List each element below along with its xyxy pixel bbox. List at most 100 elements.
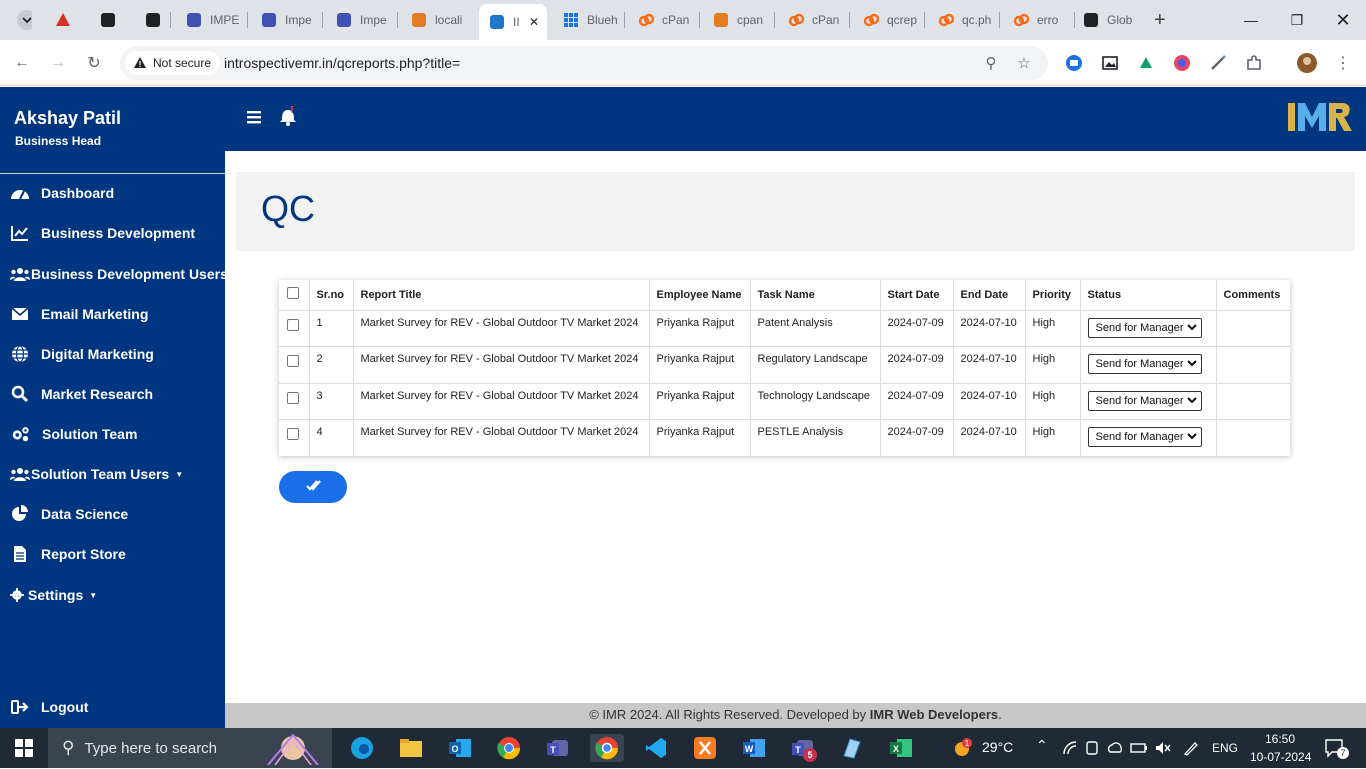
security-indicator[interactable]: Not secure [125, 51, 221, 75]
volume-muted-icon[interactable] [1154, 740, 1172, 759]
cloud-sync-icon[interactable] [1106, 740, 1124, 759]
restore-window-icon[interactable]: ❐ [1274, 0, 1320, 40]
chrome-active-app-icon[interactable] [590, 734, 624, 762]
sidebar-item-settings[interactable]: Settings ▼ [10, 583, 97, 607]
browser-tab[interactable]: Blueh [553, 6, 621, 34]
weather-temperature[interactable]: 29°C [982, 739, 1013, 755]
browser-tab[interactable] [6, 6, 34, 34]
browser-tab[interactable]: cpan [703, 6, 771, 34]
row-checkbox[interactable] [287, 355, 299, 367]
edge-app-icon[interactable] [348, 734, 376, 762]
new-tab-icon[interactable]: + [1150, 6, 1174, 34]
notification-center-icon[interactable]: 7 [1324, 738, 1349, 761]
zoom-search-icon[interactable]: ⚲ [981, 53, 1001, 73]
comments-cell[interactable] [1216, 420, 1290, 457]
browser-tab[interactable]: qcrep [853, 6, 921, 34]
address-bar[interactable]: Not secure introspectivemr.in/qcreports.… [120, 46, 1048, 80]
chrome-app-icon[interactable] [495, 734, 523, 762]
vscode-app-icon[interactable] [642, 734, 670, 762]
browser-tab[interactable]: locali [401, 6, 469, 34]
sidebar-item-data-science[interactable]: Data Science [10, 502, 128, 526]
extensions-puzzle-icon[interactable] [1243, 52, 1265, 74]
notification-bell-icon[interactable] [277, 103, 299, 127]
impe-icon [261, 12, 277, 28]
sidebar-item-email-marketing[interactable]: Email Marketing [10, 302, 148, 326]
close-window-icon[interactable]: ✕ [1320, 0, 1366, 40]
comments-cell[interactable] [1216, 346, 1290, 384]
battery-icon[interactable] [1130, 740, 1148, 759]
start-date-cell: 2024-07-09 [880, 310, 954, 347]
windows-start-icon[interactable] [10, 734, 38, 762]
status-select[interactable]: Send for Manager [1087, 427, 1202, 447]
taskbar-search-box[interactable]: ⚲ Type here to search [48, 728, 332, 768]
logout-link[interactable]: Logout [10, 695, 88, 719]
extension-image-icon[interactable] [1099, 52, 1121, 74]
extension-color-icon[interactable] [1171, 52, 1193, 74]
meet-now-icon[interactable] [1084, 740, 1100, 759]
sidebar-item-market-research[interactable]: Market Research [10, 382, 153, 406]
clock-date[interactable]: 10-07-2024 [1250, 750, 1311, 764]
sidebar-item-business-development[interactable]: Business Development [10, 221, 195, 245]
user-name: Akshay Patil [14, 108, 122, 128]
weather-icon[interactable]: 1 [952, 737, 974, 759]
notes-app-icon[interactable] [838, 734, 866, 762]
browser-tab-label: qcrep [887, 13, 918, 27]
forward-icon[interactable]: → [46, 51, 70, 75]
browser-tab[interactable]: cPan [778, 6, 846, 34]
file-explorer-icon[interactable] [397, 734, 425, 762]
reload-icon[interactable]: ↻ [82, 51, 106, 75]
sidebar: Akshay Patil Business Head Dashboard Busi… [0, 87, 242, 728]
select-all-checkbox[interactable] [287, 287, 299, 300]
pen-workspace-icon[interactable] [1182, 740, 1200, 759]
teams-app-icon[interactable]: T [544, 734, 572, 762]
status-select[interactable]: Send for Manager [1087, 354, 1202, 374]
sidebar-item-business-development-users[interactable]: Business Development Users ▼ [10, 262, 242, 286]
status-select[interactable]: Send for Manager [1087, 317, 1202, 338]
sidebar-item-solution-team-users[interactable]: Solution Team Users ▼ [10, 462, 183, 486]
browser-tab[interactable] [90, 6, 122, 34]
clock-time[interactable]: 16:50 [1265, 732, 1295, 746]
xampp-app-icon[interactable] [691, 734, 719, 762]
browser-tab[interactable]: Impe [251, 6, 319, 34]
comments-cell[interactable] [1216, 383, 1290, 420]
sidebar-item-report-store[interactable]: Report Store [10, 542, 126, 566]
status-select[interactable]: Send for Manager [1087, 390, 1202, 411]
row-checkbox[interactable] [287, 318, 299, 331]
browser-tab[interactable]: cPan [628, 6, 696, 34]
extension-pen-icon[interactable] [1207, 52, 1229, 74]
browser-tab[interactable] [135, 6, 167, 34]
sidebar-item-digital-marketing[interactable]: Digital Marketing [10, 342, 154, 366]
browser-tab-label: locali [435, 13, 463, 27]
sidebar-item-dashboard[interactable]: Dashboard [10, 181, 114, 205]
sidebar-item-solution-team[interactable]: Solution Team [10, 422, 137, 446]
browser-tab[interactable]: qc.ph [928, 6, 996, 34]
row-checkbox[interactable] [287, 391, 299, 404]
back-icon[interactable]: ← [10, 51, 34, 75]
row-checkbox[interactable] [287, 428, 299, 440]
teams-work-app-icon[interactable]: T 5 [789, 734, 817, 762]
browser-tab[interactable]: erro [1003, 6, 1071, 34]
show-hidden-icons-chevron-icon[interactable]: ⌃ [1036, 737, 1048, 754]
browser-tab[interactable]: II ✕ [479, 4, 547, 40]
browser-tab[interactable]: Impe [326, 6, 394, 34]
minimize-window-icon[interactable]: — [1228, 0, 1274, 40]
profile-avatar[interactable] [1296, 52, 1318, 74]
report-title-cell: Market Survey for REV - Global Outdoor T… [353, 383, 650, 420]
browser-menu-icon[interactable]: ⋮ [1332, 52, 1354, 74]
input-language[interactable]: ENG [1212, 741, 1238, 755]
network-icon[interactable] [1062, 740, 1078, 759]
hamburger-menu-icon[interactable] [246, 108, 264, 126]
submit-button[interactable] [279, 471, 347, 503]
bookmark-star-icon[interactable]: ☆ [1014, 53, 1034, 73]
url-text[interactable]: introspectivemr.in/qcreports.php?title= [224, 55, 460, 71]
close-tab-icon[interactable]: ✕ [529, 15, 539, 29]
excel-app-icon[interactable]: X [887, 734, 915, 762]
browser-tab[interactable]: IMPE [176, 6, 244, 34]
comments-cell[interactable] [1216, 310, 1290, 347]
browser-tab[interactable] [45, 6, 77, 34]
browser-tab[interactable]: Glob [1073, 6, 1141, 34]
extension-blue-icon[interactable] [1063, 52, 1085, 74]
extension-green-icon[interactable] [1135, 52, 1157, 74]
word-app-icon[interactable]: W [740, 734, 768, 762]
outlook-app-icon[interactable]: O [446, 734, 474, 762]
